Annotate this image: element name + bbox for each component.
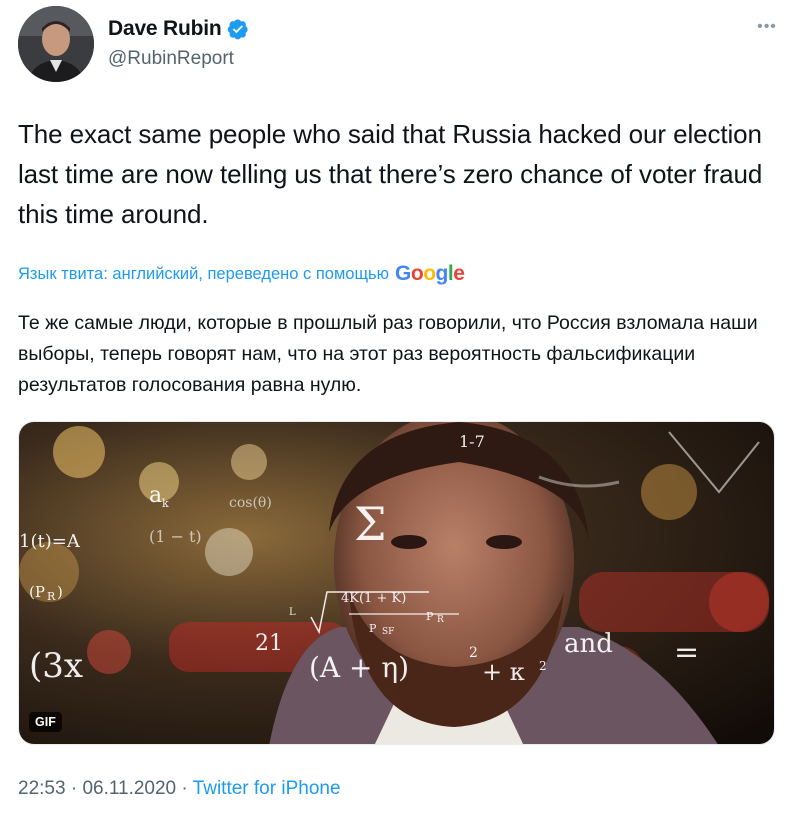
tweet-text: The exact same people who said that Russ… <box>18 119 763 229</box>
verified-badge-icon <box>227 18 249 40</box>
overlay-text: Σ <box>354 497 387 551</box>
overlay-text: cos(θ) <box>229 495 272 511</box>
overlay-text: L <box>289 607 296 618</box>
translation-notice-text: Язык твита: английский, переведено с пом… <box>18 264 390 283</box>
overlay-text: P <box>426 610 434 623</box>
overlay-text: + κ <box>482 658 525 686</box>
tweet-source-link[interactable]: Twitter for iPhone <box>193 778 341 799</box>
avatar[interactable] <box>18 6 94 82</box>
overlay-text: 4K(1 + K) <box>341 591 406 606</box>
gif-badge: GIF <box>29 712 62 732</box>
handle[interactable]: @RubinReport <box>108 48 249 70</box>
overlay-text: 1-7 <box>459 432 485 451</box>
overlay-text: 21 <box>255 631 283 656</box>
overlay-text: = <box>674 635 699 670</box>
overlay-text: ) <box>57 583 63 601</box>
tweet-header: Dave Rubin @RubinReport ••• <box>18 6 782 82</box>
meta-separator: · <box>176 778 193 799</box>
overlay-text: 2 <box>539 659 547 673</box>
gif-image: 1-7 a k cos(θ) 1(t)=A (1 − t) (P R ) (3x… <box>19 422 774 744</box>
display-name[interactable]: Dave Rubin <box>108 17 222 41</box>
google-logo: Google <box>395 262 465 285</box>
overlay-text: and <box>564 629 613 659</box>
avatar-image <box>18 6 94 82</box>
tweet-meta: 22:53 · 06.11.2020 · Twitter for iPhone <box>18 778 341 800</box>
overlay-text: R <box>437 615 444 625</box>
tweet-media-gif[interactable]: 1-7 a k cos(θ) 1(t)=A (1 − t) (P R ) (3x… <box>18 421 775 745</box>
translated-text: Те же самые люди, которые в прошлый раз … <box>18 312 758 396</box>
overlay-text: SF <box>382 627 394 637</box>
overlay-text: k <box>162 497 169 510</box>
tweet-date[interactable]: 06.11.2020 <box>82 778 176 799</box>
overlay-text: R <box>47 590 56 603</box>
overlay-text: (P <box>29 583 45 601</box>
overlay-text: (1 − t) <box>149 527 202 546</box>
overlay-text: P <box>369 622 377 635</box>
overlay-text: 2 <box>469 645 478 661</box>
overlay-text: (A + η) <box>309 651 409 684</box>
meta-separator: · <box>65 778 83 799</box>
translation-notice[interactable]: Язык твита: английский, переведено с пом… <box>18 262 465 286</box>
overlay-text: 1(t)=A <box>19 531 81 552</box>
overlay-text: (3x <box>29 646 83 686</box>
more-options-icon[interactable]: ••• <box>752 19 782 40</box>
overlay-text: a <box>149 483 162 508</box>
tweet-time[interactable]: 22:53 <box>18 778 66 799</box>
